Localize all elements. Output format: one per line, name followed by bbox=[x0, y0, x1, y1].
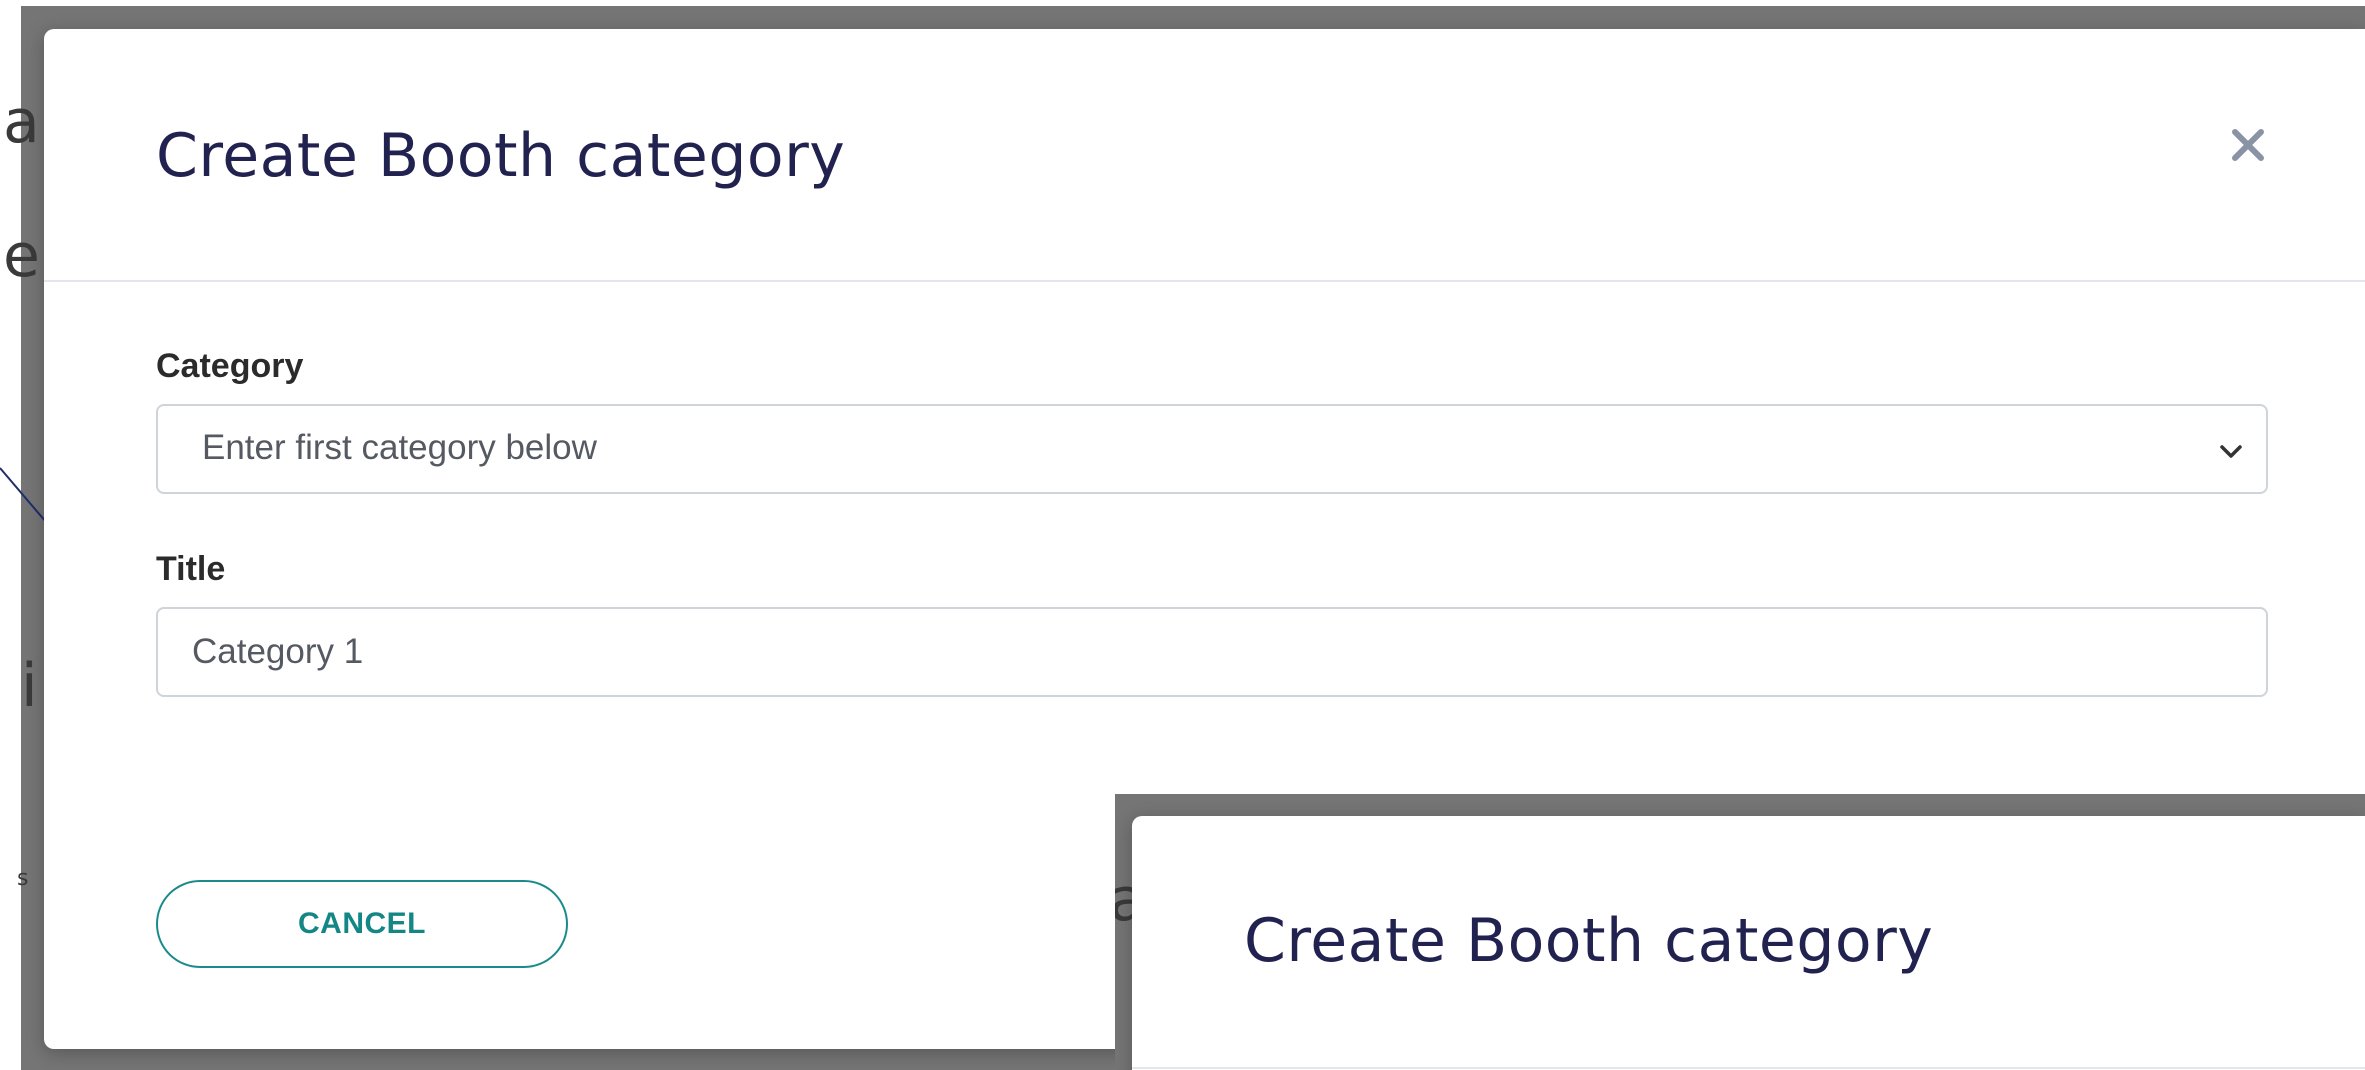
category-label: Category bbox=[156, 347, 304, 385]
background-text-fragment: s bbox=[17, 866, 29, 891]
screenshot-stage: a e i s Create Booth category Category E… bbox=[0, 0, 2365, 1070]
background-text-fragment: e bbox=[3, 221, 40, 291]
category-select[interactable]: Enter first category below bbox=[156, 404, 2268, 494]
category-select-value: Enter first category below bbox=[202, 428, 597, 467]
dialog-title: Create Booth category bbox=[156, 121, 846, 191]
zoom-inset: a Create Booth category bbox=[1115, 794, 2365, 1070]
close-icon bbox=[2232, 129, 2264, 161]
background-text-fragment: a bbox=[3, 87, 40, 157]
title-input[interactable] bbox=[156, 607, 2268, 697]
inset-dialog-title: Create Booth category bbox=[1244, 906, 1934, 976]
close-button[interactable] bbox=[2220, 117, 2276, 173]
dialog-header: Create Booth category bbox=[44, 29, 2365, 282]
inset-dialog: Create Booth category bbox=[1132, 816, 2365, 1070]
background-text-fragment: i bbox=[21, 651, 38, 721]
chevron-down-icon bbox=[2220, 445, 2242, 458]
cancel-button[interactable]: CANCEL bbox=[156, 880, 568, 968]
title-label: Title bbox=[156, 550, 226, 588]
inset-divider bbox=[1132, 1067, 2365, 1069]
